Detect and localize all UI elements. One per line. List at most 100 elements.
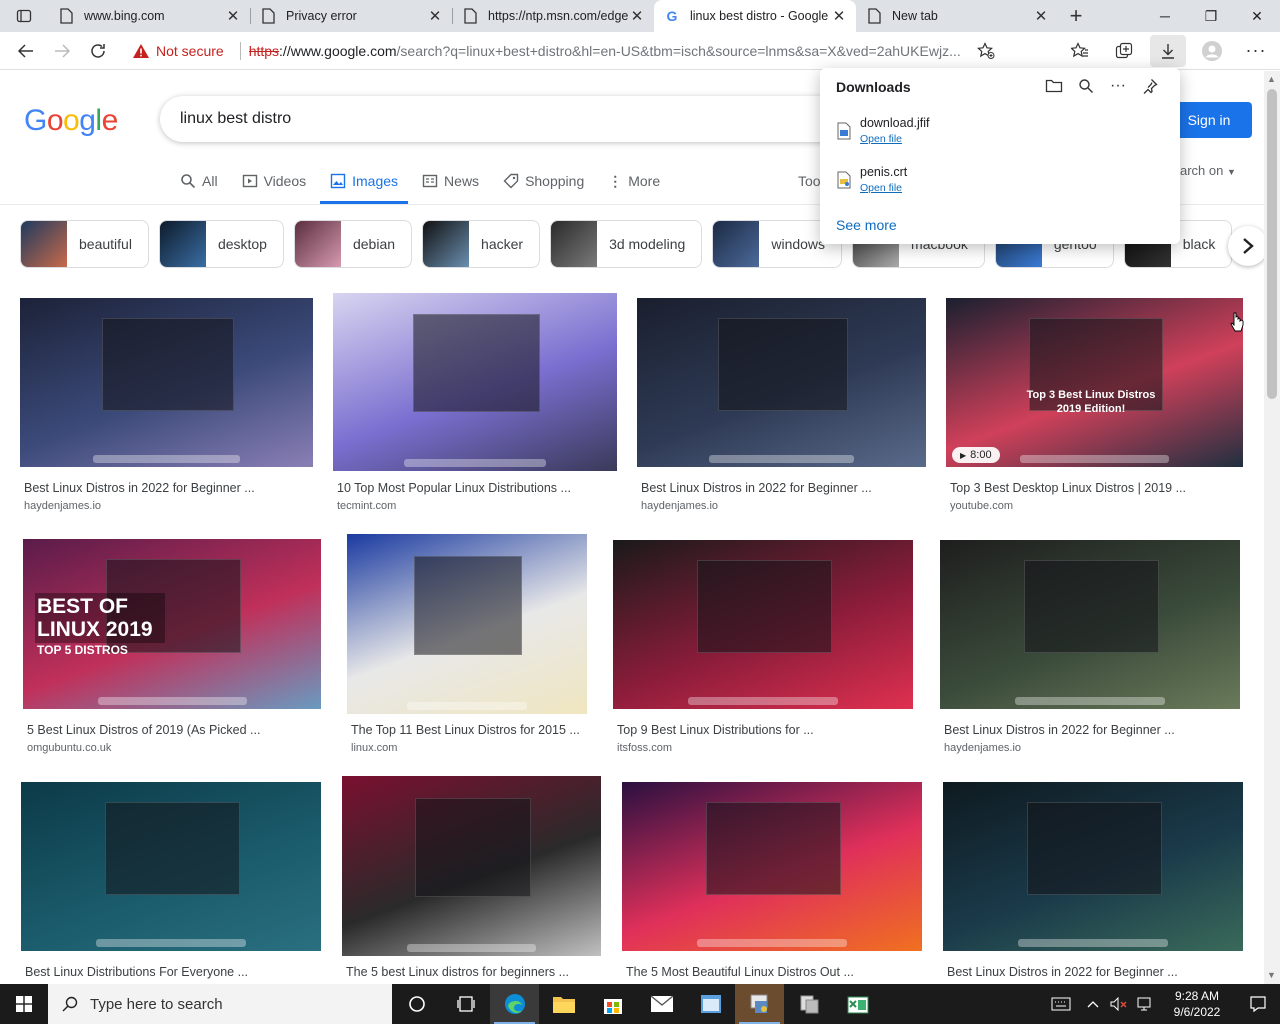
tab-news[interactable]: News bbox=[422, 166, 479, 204]
search-on-menu[interactable]: arch on ▼ bbox=[1180, 163, 1236, 178]
tab-videos[interactable]: Videos bbox=[242, 166, 306, 204]
taskbar-spreadsheet[interactable] bbox=[833, 984, 882, 1024]
tab-images[interactable]: Images bbox=[320, 166, 409, 204]
result-thumbnail[interactable]: BEST OF LINUX 2019 TOP 5 DISTROS bbox=[23, 539, 321, 709]
result-thumbnail[interactable] bbox=[20, 298, 313, 467]
taskbar-file-explorer[interactable] bbox=[539, 984, 588, 1024]
network-icon[interactable] bbox=[1132, 984, 1158, 1024]
keyboard-icon[interactable] bbox=[1048, 984, 1074, 1024]
result-caption[interactable]: The Top 11 Best Linux Distros for 2015 .… bbox=[351, 723, 580, 737]
result-thumbnail[interactable] bbox=[613, 540, 913, 709]
result-source[interactable]: omgubuntu.co.uk bbox=[27, 742, 111, 754]
result-caption[interactable]: The 5 best Linux distros for beginners .… bbox=[346, 965, 569, 979]
result-thumbnail[interactable] bbox=[943, 782, 1243, 951]
result-thumbnail[interactable] bbox=[333, 293, 617, 471]
notifications-button[interactable] bbox=[1236, 984, 1280, 1024]
result-thumbnail[interactable] bbox=[21, 782, 321, 951]
result-caption[interactable]: Top 3 Best Desktop Linux Distros | 2019 … bbox=[950, 481, 1186, 495]
open-file-link[interactable]: Open file bbox=[860, 133, 902, 145]
related-search-chip[interactable]: 3d modeling bbox=[550, 220, 703, 268]
google-logo[interactable]: Google bbox=[24, 104, 118, 138]
tab-more[interactable]: ⋮ More bbox=[608, 166, 660, 204]
close-icon[interactable]: ✕ bbox=[830, 7, 848, 25]
restore-button[interactable]: ❐ bbox=[1188, 0, 1234, 32]
result-caption[interactable]: Best Linux Distros in 2022 for Beginner … bbox=[944, 723, 1175, 737]
chips-next-button[interactable] bbox=[1228, 226, 1268, 266]
collections-button[interactable] bbox=[1106, 35, 1142, 67]
page-scrollbar[interactable]: ▲ ▼ bbox=[1264, 71, 1280, 984]
result-caption[interactable]: Best Linux Distros in 2022 for Beginner … bbox=[641, 481, 872, 495]
tab-actions-button[interactable] bbox=[0, 0, 48, 32]
tab-shopping[interactable]: Shopping bbox=[503, 166, 584, 204]
result-caption[interactable]: 10 Top Most Popular Linux Distributions … bbox=[337, 481, 571, 495]
tab-msn[interactable]: https://ntp.msn.com/edge ✕ bbox=[452, 0, 654, 32]
taskbar-mail[interactable] bbox=[637, 984, 686, 1024]
search-downloads-button[interactable] bbox=[1070, 76, 1102, 96]
related-search-chip[interactable]: beautiful bbox=[20, 220, 149, 268]
profile-button[interactable] bbox=[1194, 35, 1230, 67]
download-item[interactable]: penis.crt Open file bbox=[836, 165, 1166, 205]
result-caption[interactable]: Best Linux Distros in 2022 for Beginner … bbox=[947, 965, 1178, 979]
related-search-chip[interactable]: debian bbox=[293, 220, 413, 268]
scroll-down-arrow-icon[interactable]: ▼ bbox=[1267, 970, 1276, 980]
add-favorite-button[interactable] bbox=[969, 35, 1005, 67]
result-source[interactable]: haydenjames.io bbox=[944, 742, 1021, 754]
result-thumbnail[interactable] bbox=[940, 540, 1240, 709]
volume-muted-icon[interactable] bbox=[1106, 984, 1132, 1024]
refresh-button[interactable] bbox=[80, 35, 116, 67]
downloads-button[interactable] bbox=[1150, 34, 1186, 67]
result-thumbnail[interactable] bbox=[342, 776, 601, 956]
search-query[interactable]: linux best distro bbox=[180, 110, 291, 128]
download-item[interactable]: download.jfif Open file bbox=[836, 116, 1166, 156]
taskbar-cert-manager[interactable] bbox=[735, 984, 784, 1024]
system-clock[interactable]: 9:28 AM 9/6/2022 bbox=[1158, 988, 1236, 1020]
tab-bing[interactable]: www.bing.com ✕ bbox=[48, 0, 250, 32]
search-box[interactable]: linux best distro bbox=[160, 96, 880, 142]
security-indicator[interactable]: Not secure bbox=[124, 43, 232, 59]
tab-google-active[interactable]: G linux best distro - Google ✕ bbox=[654, 0, 856, 32]
result-source[interactable]: haydenjames.io bbox=[24, 500, 101, 512]
see-more-link[interactable]: See more bbox=[836, 217, 897, 233]
taskbar-store[interactable] bbox=[588, 984, 637, 1024]
result-source[interactable]: youtube.com bbox=[950, 500, 1013, 512]
close-icon[interactable]: ✕ bbox=[426, 7, 444, 25]
taskbar-utility[interactable] bbox=[784, 984, 833, 1024]
chevron-up-icon[interactable] bbox=[1080, 984, 1106, 1024]
start-button[interactable] bbox=[0, 984, 48, 1024]
new-tab-button[interactable]: + bbox=[1058, 0, 1094, 32]
open-file-link[interactable]: Open file bbox=[860, 182, 902, 194]
scroll-up-arrow-icon[interactable]: ▲ bbox=[1267, 74, 1276, 84]
cortana-button[interactable] bbox=[392, 984, 441, 1024]
result-source[interactable]: tecmint.com bbox=[337, 500, 396, 512]
taskbar-app-window[interactable] bbox=[686, 984, 735, 1024]
result-thumbnail[interactable] bbox=[637, 298, 926, 467]
close-window-button[interactable]: ✕ bbox=[1234, 0, 1280, 32]
result-thumbnail[interactable] bbox=[622, 782, 922, 951]
pin-downloads-button[interactable] bbox=[1134, 76, 1166, 96]
result-source[interactable]: itsfoss.com bbox=[617, 742, 672, 754]
result-caption[interactable]: Top 9 Best Linux Distributions for ... bbox=[617, 723, 814, 737]
close-icon[interactable]: ✕ bbox=[224, 7, 242, 25]
favorites-button[interactable] bbox=[1062, 35, 1098, 67]
result-caption[interactable]: 5 Best Linux Distros of 2019 (As Picked … bbox=[27, 723, 260, 737]
result-caption[interactable]: The 5 Most Beautiful Linux Distros Out .… bbox=[626, 965, 854, 979]
taskbar-search[interactable]: Type here to search bbox=[48, 984, 392, 1024]
close-icon[interactable]: ✕ bbox=[1032, 7, 1050, 25]
result-source[interactable]: linux.com bbox=[351, 742, 397, 754]
address-bar[interactable]: Not secure https://www.google.com/search… bbox=[124, 36, 1004, 66]
tools-button[interactable]: Too bbox=[798, 173, 821, 189]
tab-privacy-error[interactable]: Privacy error ✕ bbox=[250, 0, 452, 32]
close-icon[interactable]: ✕ bbox=[628, 7, 646, 25]
taskbar-edge[interactable] bbox=[490, 984, 539, 1024]
result-source[interactable]: haydenjames.io bbox=[641, 500, 718, 512]
forward-button[interactable] bbox=[44, 35, 80, 67]
result-caption[interactable]: Best Linux Distros in 2022 for Beginner … bbox=[24, 481, 255, 495]
tab-all[interactable]: All bbox=[180, 166, 218, 204]
result-thumbnail[interactable]: Top 3 Best Linux Distros 2019 Edition! ▶ 8… bbox=[946, 298, 1243, 467]
result-thumbnail[interactable] bbox=[347, 534, 587, 714]
open-folder-button[interactable] bbox=[1038, 76, 1070, 96]
minimize-button[interactable]: ─ bbox=[1142, 0, 1188, 32]
tab-new-tab[interactable]: New tab ✕ bbox=[856, 0, 1058, 32]
settings-more-button[interactable]: ··· bbox=[1238, 35, 1274, 67]
back-button[interactable] bbox=[8, 35, 44, 67]
